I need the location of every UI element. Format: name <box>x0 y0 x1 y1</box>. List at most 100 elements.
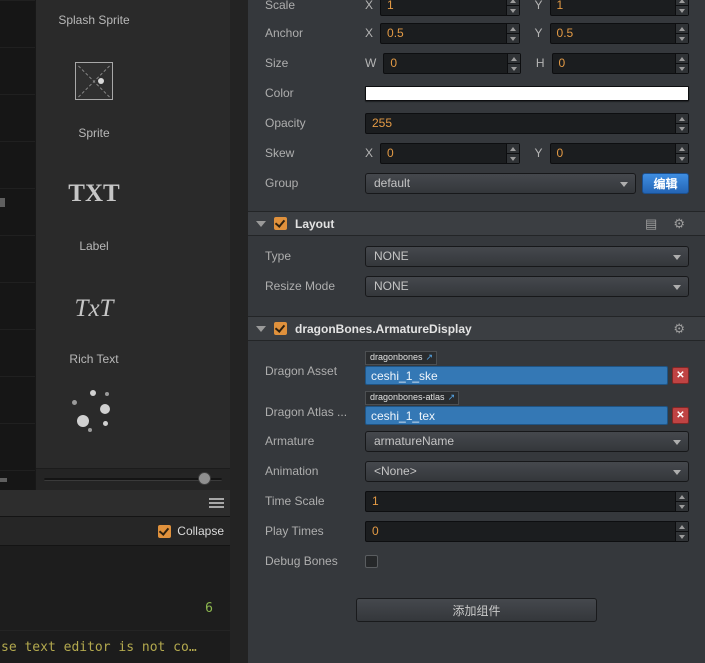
stepper-up-icon[interactable] <box>676 23 688 34</box>
stepper-down-icon[interactable] <box>676 153 688 163</box>
anchor-row: Anchor X 0.5 Y 0.5 <box>248 18 705 48</box>
rich-text-icon[interactable]: TxT <box>36 295 152 323</box>
stepper-up-icon[interactable] <box>676 491 688 502</box>
scale-x-field[interactable]: 1 <box>380 0 520 16</box>
dragon-atlas-field[interactable]: ceshi_1_tex <box>365 406 668 425</box>
time-scale-stepper <box>675 491 688 511</box>
layout-enabled-checkbox[interactable] <box>274 217 287 230</box>
skew-x-value: 0 <box>387 146 394 160</box>
dragonbones-section-title: dragonBones.ArmatureDisplay <box>295 321 472 336</box>
collapse-checkbox[interactable] <box>158 524 172 538</box>
dragonbones-enabled-checkbox[interactable] <box>274 322 287 335</box>
stepper-down-icon[interactable] <box>507 63 520 73</box>
armature-value: armatureName <box>374 434 455 448</box>
stepper-up-icon[interactable] <box>676 53 688 64</box>
dragon-atlas-label: Dragon Atlas ... <box>265 405 348 419</box>
time-scale-row: Time Scale 1 <box>248 486 705 516</box>
resize-mode-dropdown[interactable]: NONE <box>365 275 689 297</box>
stepper-down-icon[interactable] <box>506 153 519 163</box>
skew-row: Skew X 0 Y 0 <box>248 138 705 168</box>
scale-x-stepper <box>505 0 519 15</box>
axis-label-x: X <box>365 146 374 160</box>
debug-bones-row: Debug Bones <box>248 546 705 576</box>
stepper-down-icon[interactable] <box>676 531 688 541</box>
particle-icon[interactable] <box>68 386 120 438</box>
zoom-slider-track[interactable] <box>44 478 222 481</box>
anchor-y-field[interactable]: 0.5 <box>549 22 689 44</box>
stepper-down-icon[interactable] <box>676 501 688 511</box>
anchor-x-field[interactable]: 0.5 <box>380 22 520 44</box>
dragon-asset-row: Dragon Asset dragonbones ↗ ceshi_1_ske ✕ <box>248 347 705 385</box>
label-icon[interactable]: TXT <box>36 180 152 208</box>
dragon-atlas-row: Dragon Atlas ... dragonbones-atlas ↗ ces… <box>248 387 705 425</box>
opacity-stepper <box>675 113 688 133</box>
component-palette: Splash Sprite Sprite TXT Label TxT Rich … <box>35 0 230 490</box>
layout-type-dropdown[interactable]: NONE <box>365 245 689 267</box>
play-times-label: Play Times <box>265 524 324 538</box>
gear-icon[interactable]: ⚙ <box>673 322 685 335</box>
anchor-x-value: 0.5 <box>387 26 404 40</box>
play-times-field[interactable]: 0 <box>365 520 689 542</box>
dragon-asset-remove-button[interactable]: ✕ <box>672 367 689 384</box>
group-dropdown[interactable]: default <box>365 172 636 194</box>
scale-row: Scale X 1 Y 1 <box>248 0 705 18</box>
menu-icon[interactable] <box>209 498 224 509</box>
opacity-field[interactable]: 255 <box>365 112 689 134</box>
stepper-down-icon[interactable] <box>506 5 519 15</box>
group-edit-button[interactable]: 编辑 <box>642 172 689 194</box>
line-count: 6 <box>205 601 213 616</box>
add-component-button[interactable]: 添加组件 <box>356 598 597 622</box>
size-w-field[interactable]: 0 <box>383 52 521 74</box>
gear-icon[interactable]: ⚙ <box>673 217 685 230</box>
skew-x-stepper <box>505 143 519 163</box>
stepper-down-icon[interactable] <box>676 5 688 15</box>
stepper-down-icon[interactable] <box>506 33 519 43</box>
armature-dropdown[interactable]: armatureName <box>365 430 689 452</box>
color-row: Color <box>248 78 705 108</box>
size-h-field[interactable]: 0 <box>551 52 689 74</box>
resize-mode-row: Resize Mode NONE <box>248 271 705 301</box>
palette-item-label[interactable]: Label <box>36 239 152 253</box>
color-swatch[interactable] <box>365 85 689 101</box>
palette-item-splash-sprite[interactable]: Splash Sprite <box>36 13 152 27</box>
dragonbones-section-header: dragonBones.ArmatureDisplay ⚙ <box>248 316 705 341</box>
time-scale-field[interactable]: 1 <box>365 490 689 512</box>
animation-dropdown[interactable]: <None> <box>365 460 689 482</box>
size-h-value: 0 <box>558 56 566 70</box>
stepper-up-icon[interactable] <box>507 53 520 64</box>
skew-y-field[interactable]: 0 <box>549 142 689 164</box>
skew-y-stepper <box>675 143 688 163</box>
group-value: default <box>374 176 411 190</box>
dragon-asset-field[interactable]: ceshi_1_ske <box>365 366 668 385</box>
stepper-down-icon[interactable] <box>676 33 688 43</box>
dragon-atlas-remove-button[interactable]: ✕ <box>672 407 689 424</box>
layout-type-value: NONE <box>374 249 409 263</box>
scale-y-field[interactable]: 1 <box>549 0 689 16</box>
stepper-up-icon[interactable] <box>506 23 519 34</box>
stepper-up-icon[interactable] <box>676 521 688 532</box>
stepper-down-icon[interactable] <box>676 63 688 73</box>
console-body[interactable]: 6 <box>0 546 230 630</box>
stepper-up-icon[interactable] <box>506 143 519 154</box>
zoom-slider-handle[interactable] <box>198 472 211 485</box>
stepper-up-icon[interactable] <box>676 143 688 154</box>
palette-item-sprite[interactable]: Sprite <box>36 126 152 140</box>
stepper-down-icon[interactable] <box>676 123 688 133</box>
size-w-stepper <box>506 53 520 73</box>
resize-mode-value: NONE <box>374 279 409 293</box>
collapse-arrow-icon[interactable] <box>256 325 266 332</box>
animation-value: <None> <box>374 464 417 478</box>
inspector-panel: Scale X 1 Y 1 Anchor X 0.5 Y 0.5 Size W … <box>248 0 705 663</box>
skew-x-field[interactable]: 0 <box>380 142 520 164</box>
dragon-asset-type-tag[interactable]: dragonbones ↗ <box>365 351 438 365</box>
palette-item-rich-text[interactable]: Rich Text <box>36 352 152 366</box>
group-row: Group default 编辑 <box>248 168 705 198</box>
stepper-up-icon[interactable] <box>676 113 688 124</box>
collapse-arrow-icon[interactable] <box>256 220 266 227</box>
document-icon[interactable]: ▤ <box>645 217 657 230</box>
play-times-stepper <box>675 521 688 541</box>
dragon-asset-label: Dragon Asset <box>265 364 338 378</box>
sprite-icon[interactable] <box>75 62 113 100</box>
debug-bones-checkbox[interactable] <box>365 554 378 568</box>
dragon-atlas-type-tag[interactable]: dragonbones-atlas ↗ <box>365 391 460 405</box>
